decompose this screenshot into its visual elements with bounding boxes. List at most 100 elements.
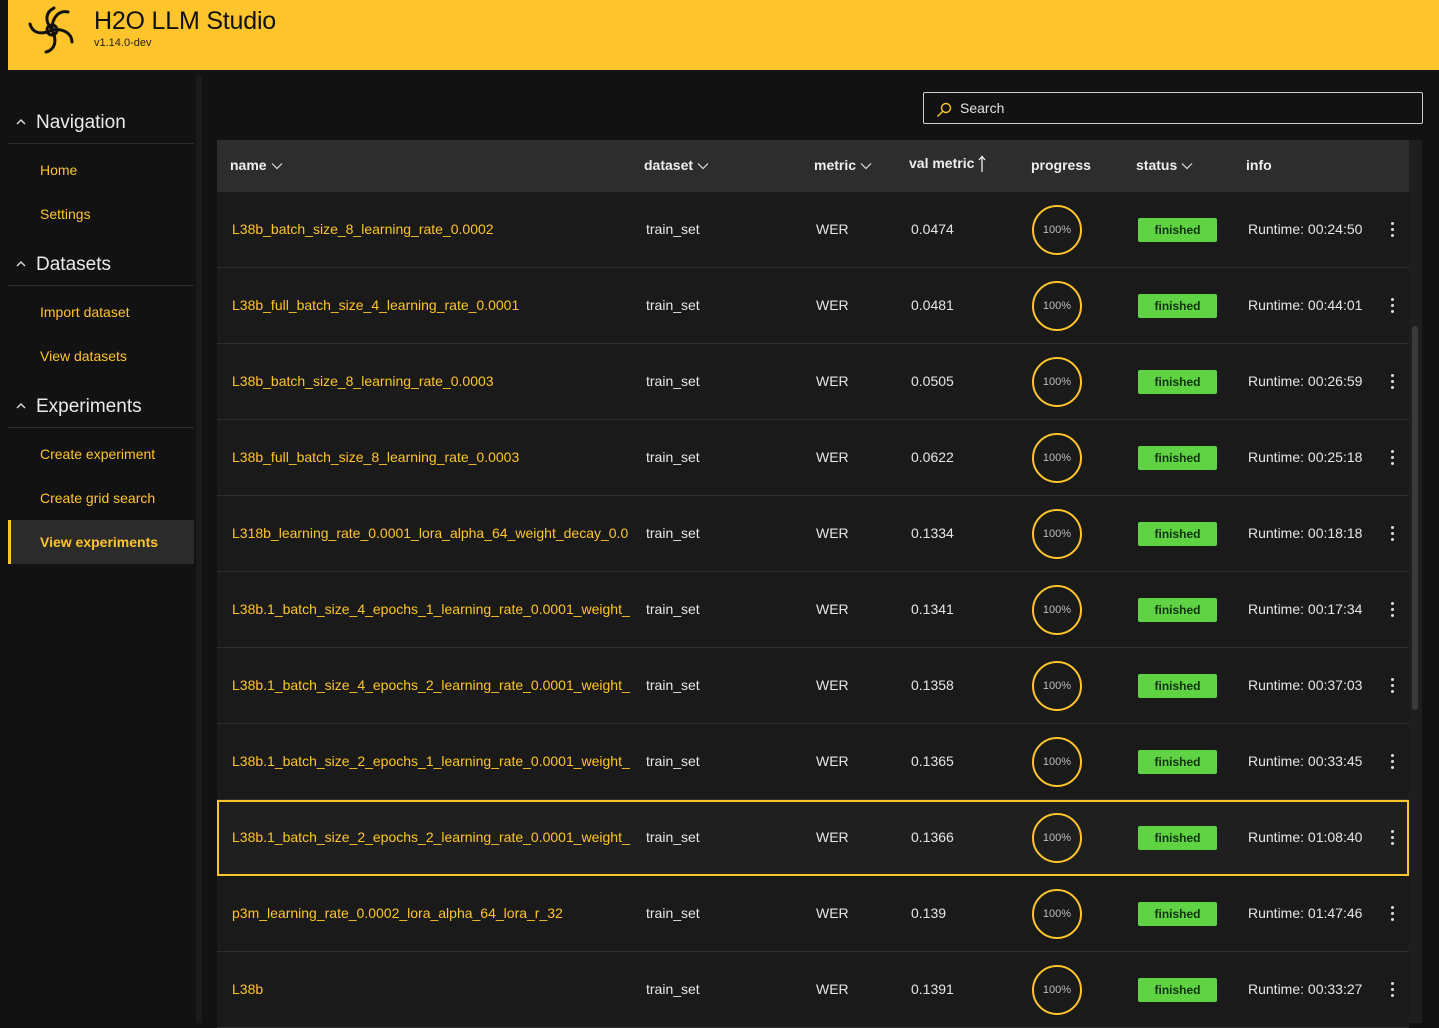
more-vertical-icon[interactable] <box>1385 826 1399 850</box>
dataset-cell: train_set <box>646 525 700 541</box>
progress-ring: 100% <box>1032 433 1082 483</box>
table-row[interactable]: L38b.1_batch_size_4_epochs_1_learning_ra… <box>217 572 1409 648</box>
table-row[interactable]: L38b_full_batch_size_8_learning_rate_0.0… <box>217 420 1409 496</box>
search-input[interactable] <box>960 93 1410 123</box>
table-row[interactable]: L38b_batch_size_8_learning_rate_0.0003 tr… <box>217 344 1409 420</box>
more-vertical-icon[interactable] <box>1385 522 1399 546</box>
more-vertical-icon[interactable] <box>1385 446 1399 470</box>
table-row[interactable]: L318b_learning_rate_0.0001_lora_alpha_64… <box>217 496 1409 572</box>
nav-group-datasets[interactable]: Datasets <box>8 242 194 286</box>
sidebar-item-view-experiments[interactable]: View experiments <box>8 520 194 564</box>
nav-group-label: Datasets <box>36 254 111 275</box>
more-vertical-icon[interactable] <box>1385 370 1399 394</box>
more-vertical-icon[interactable] <box>1385 674 1399 698</box>
dataset-cell: train_set <box>646 449 700 465</box>
val-metric-cell: 0.1391 <box>911 981 954 997</box>
more-vertical-icon[interactable] <box>1385 294 1399 318</box>
nav-group-label: Experiments <box>36 396 142 417</box>
column-header-info: info <box>1246 157 1272 173</box>
info-cell: Runtime: 00:33:27 <box>1248 981 1363 997</box>
dataset-cell: train_set <box>646 753 700 769</box>
status-badge: finished <box>1138 674 1217 698</box>
metric-cell: WER <box>816 449 849 465</box>
sidebar-item-view-datasets[interactable]: View datasets <box>8 334 194 378</box>
experiments-table: name dataset metric val metric progress … <box>217 140 1422 1028</box>
experiment-name-link[interactable]: L38b <box>232 981 634 997</box>
more-vertical-icon[interactable] <box>1385 978 1399 1002</box>
progress-ring: 100% <box>1032 205 1082 255</box>
status-badge: finished <box>1138 522 1217 546</box>
chevron-up-icon <box>16 403 26 409</box>
app-version: v1.14.0-dev <box>94 37 152 49</box>
table-row[interactable]: L38b.1_batch_size_2_epochs_2_learning_ra… <box>217 800 1409 876</box>
experiment-name-link[interactable]: L38b.1_batch_size_2_epochs_2_learning_ra… <box>232 829 634 845</box>
experiment-name-link[interactable]: L38b.1_batch_size_2_epochs_1_learning_ra… <box>232 753 634 769</box>
experiment-name-link[interactable]: L38b_full_batch_size_4_learning_rate_0.0… <box>232 297 634 313</box>
table-row[interactable]: L38b.1_batch_size_2_epochs_1_learning_ra… <box>217 724 1409 800</box>
progress-ring: 100% <box>1032 737 1082 787</box>
metric-cell: WER <box>816 905 849 921</box>
metric-cell: WER <box>816 297 849 313</box>
info-cell: Runtime: 00:25:18 <box>1248 449 1363 465</box>
more-vertical-icon[interactable] <box>1385 598 1399 622</box>
info-cell: Runtime: 00:18:18 <box>1248 525 1363 541</box>
table-row[interactable]: L38b_batch_size_8_learning_rate_0.0002 tr… <box>217 192 1409 268</box>
column-header-status[interactable]: status <box>1136 157 1193 173</box>
experiment-name-link[interactable]: L38b.1_batch_size_4_epochs_1_learning_ra… <box>232 601 634 617</box>
dataset-cell: train_set <box>646 373 700 389</box>
status-badge: finished <box>1138 978 1217 1002</box>
sidebar-item-home[interactable]: Home <box>8 148 194 192</box>
chevron-down-icon <box>1181 163 1193 170</box>
sidebar-item-settings[interactable]: Settings <box>8 192 194 236</box>
metric-cell: WER <box>816 601 849 617</box>
val-metric-cell: 0.0622 <box>911 449 954 465</box>
table-row[interactable]: L38b.1_batch_size_4_epochs_2_learning_ra… <box>217 648 1409 724</box>
table-header: name dataset metric val metric progress … <box>217 140 1409 192</box>
table-row[interactable]: p3m_learning_rate_0.0002_lora_alpha_64_l… <box>217 876 1409 952</box>
column-header-progress: progress <box>1031 157 1091 173</box>
val-metric-cell: 0.139 <box>911 905 947 921</box>
experiment-name-link[interactable]: L38b_full_batch_size_8_learning_rate_0.0… <box>232 449 634 465</box>
more-vertical-icon[interactable] <box>1385 902 1399 926</box>
progress-ring: 100% <box>1032 281 1082 331</box>
status-badge: finished <box>1138 370 1217 394</box>
chevron-down-icon <box>860 163 872 170</box>
metric-cell: WER <box>816 753 849 769</box>
experiment-name-link[interactable]: L38b.1_batch_size_4_epochs_2_learning_ra… <box>232 677 634 693</box>
h2o-logo-icon[interactable] <box>24 2 80 58</box>
metric-cell: WER <box>816 981 849 997</box>
experiment-name-link[interactable]: p3m_learning_rate_0.0002_lora_alpha_64_l… <box>232 905 634 921</box>
table-row[interactable]: L38b train_set WER 0.1391 100% finished Runtim… <box>217 952 1409 1028</box>
column-header-val-metric[interactable]: val metric <box>909 155 986 173</box>
sidebar-item-create-experiment[interactable]: Create experiment <box>8 432 194 476</box>
more-vertical-icon[interactable] <box>1385 218 1399 242</box>
search-box[interactable] <box>923 92 1423 124</box>
progress-ring: 100% <box>1032 965 1082 1015</box>
metric-cell: WER <box>816 221 849 237</box>
sidebar-item-import-dataset[interactable]: Import dataset <box>8 290 194 334</box>
column-header-name[interactable]: name <box>230 157 283 173</box>
table-row[interactable]: L38b_full_batch_size_4_learning_rate_0.0… <box>217 268 1409 344</box>
info-cell: Runtime: 01:08:40 <box>1248 829 1363 845</box>
experiment-name-link[interactable]: L38b_batch_size_8_learning_rate_0.0002 <box>232 221 634 237</box>
experiment-name-link[interactable]: L318b_learning_rate_0.0001_lora_alpha_64… <box>232 525 634 541</box>
progress-ring: 100% <box>1032 661 1082 711</box>
column-header-metric[interactable]: metric <box>814 157 872 173</box>
sidebar-item-create-grid-search[interactable]: Create grid search <box>8 476 194 520</box>
info-cell: Runtime: 00:37:03 <box>1248 677 1363 693</box>
progress-ring: 100% <box>1032 509 1082 559</box>
progress-ring: 100% <box>1032 889 1082 939</box>
column-header-dataset[interactable]: dataset <box>644 157 709 173</box>
nav-group-experiments[interactable]: Experiments <box>8 384 194 428</box>
nav-group-navigation[interactable]: Navigation <box>8 100 194 144</box>
table-scrollbar-thumb[interactable] <box>1412 326 1418 710</box>
experiment-name-link[interactable]: L38b_batch_size_8_learning_rate_0.0003 <box>232 373 634 389</box>
dataset-cell: train_set <box>646 829 700 845</box>
dataset-cell: train_set <box>646 905 700 921</box>
metric-cell: WER <box>816 677 849 693</box>
chevron-up-icon <box>16 261 26 267</box>
more-vertical-icon[interactable] <box>1385 750 1399 774</box>
info-cell: Runtime: 00:17:34 <box>1248 601 1363 617</box>
sidebar: Navigation Home Settings Datasets Import… <box>8 76 194 1023</box>
val-metric-cell: 0.0481 <box>911 297 954 313</box>
